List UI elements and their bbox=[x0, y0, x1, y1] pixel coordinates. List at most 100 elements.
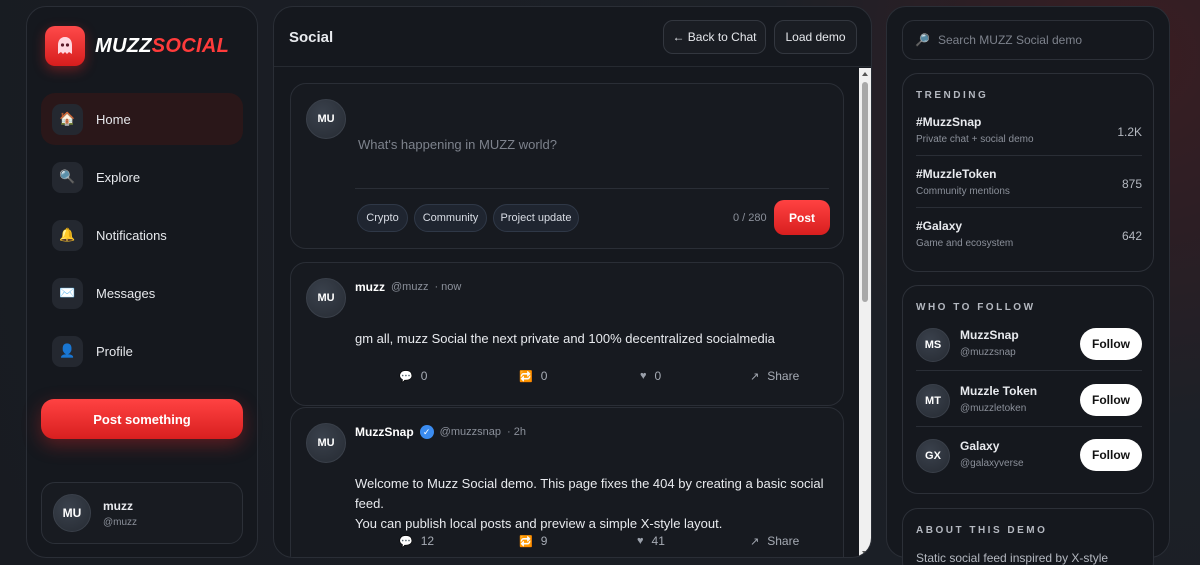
avatar: MU bbox=[306, 99, 346, 139]
divider bbox=[916, 426, 1142, 427]
ghost-logo-icon bbox=[45, 26, 85, 66]
main-header: Social ← Back to Chat Load demo bbox=[274, 7, 871, 67]
trend-count: 1.2K bbox=[1117, 125, 1142, 139]
current-user-card[interactable]: MU muzz @muzz bbox=[41, 482, 243, 544]
suggestion-name[interactable]: MuzzSnap bbox=[960, 328, 1019, 342]
share-button[interactable]: ↗ Share bbox=[750, 369, 799, 383]
like-button[interactable]: ♥ 0 bbox=[640, 369, 661, 383]
like-button[interactable]: ♥ 41 bbox=[637, 534, 665, 548]
scroll-down-arrow-icon[interactable] bbox=[862, 551, 868, 555]
character-counter: 0 / 280 bbox=[733, 212, 767, 224]
trend-tag: #MuzzSnap bbox=[916, 115, 982, 129]
divider bbox=[916, 155, 1142, 156]
nav-label: Home bbox=[96, 111, 131, 127]
comment-button[interactable]: 💬 0 bbox=[399, 369, 427, 383]
nav-item-messages[interactable]: ✉️ Messages bbox=[41, 267, 243, 319]
author-name[interactable]: MuzzSnap bbox=[355, 425, 414, 439]
suggestion-handle: @muzzsnap bbox=[960, 347, 1016, 358]
post-text-line: You can publish local posts and preview … bbox=[355, 516, 723, 531]
like-count: 41 bbox=[651, 534, 665, 548]
brand-name: MUZZSOCIAL bbox=[95, 35, 229, 58]
avatar: MT bbox=[916, 384, 950, 418]
post-text-line: Welcome to Muzz Social demo. This page f… bbox=[355, 476, 824, 511]
divider bbox=[916, 207, 1142, 208]
comment-button[interactable]: 💬 12 bbox=[399, 534, 434, 548]
search-icon: 🔎 bbox=[915, 33, 930, 47]
avatar: MU bbox=[306, 278, 346, 318]
scroll-thumb[interactable] bbox=[862, 82, 868, 302]
trend-count: 642 bbox=[1121, 229, 1142, 243]
follow-button[interactable]: Follow bbox=[1080, 439, 1142, 471]
nav-item-explore[interactable]: 🔍 Explore bbox=[41, 151, 243, 203]
nav-item-home[interactable]: 🏠 Home bbox=[41, 93, 243, 145]
feed-scrollbar[interactable] bbox=[859, 68, 871, 557]
comment-count: 12 bbox=[420, 534, 435, 548]
post-meta: muzz @muzz · now bbox=[355, 280, 461, 294]
repost-button[interactable]: 🔁 0 bbox=[519, 369, 547, 383]
avatar: MS bbox=[916, 328, 950, 362]
repost-icon: 🔁 bbox=[519, 370, 533, 383]
divider bbox=[916, 370, 1142, 371]
about-card: ABOUT THIS DEMO Static social feed inspi… bbox=[902, 508, 1154, 565]
envelope-icon: ✉️ bbox=[52, 277, 83, 309]
left-sidebar: MUZZSOCIAL 🏠 Home 🔍 Explore 🔔 Notificati… bbox=[26, 6, 258, 558]
search-box[interactable]: 🔎 bbox=[902, 20, 1154, 60]
trending-title: TRENDING bbox=[916, 90, 989, 101]
post-meta: MuzzSnap ✓ @muzzsnap · 2h bbox=[355, 425, 526, 439]
chip-community[interactable]: Community bbox=[414, 204, 487, 232]
share-button[interactable]: ↗ Share bbox=[750, 534, 799, 548]
trend-item[interactable]: #Galaxy Game and ecosystem 642 bbox=[916, 219, 1142, 271]
suggestion-name[interactable]: Muzzle Token bbox=[960, 384, 1037, 398]
nav-item-profile[interactable]: 👤 Profile bbox=[41, 325, 243, 377]
trend-tag: #MuzzleToken bbox=[916, 167, 997, 181]
main-nav: 🏠 Home 🔍 Explore 🔔 Notifications ✉️ Mess… bbox=[41, 93, 243, 383]
suggestion-handle: @galaxyverse bbox=[960, 458, 1024, 469]
brand-name-part2: SOCIAL bbox=[151, 34, 230, 57]
brand-name-part1: MUZZ bbox=[95, 34, 152, 57]
comment-count: 0 bbox=[420, 369, 428, 383]
nav-label: Messages bbox=[96, 285, 156, 301]
repost-button[interactable]: 🔁 9 bbox=[519, 534, 547, 548]
trend-subtitle: Private chat + social demo bbox=[916, 134, 1034, 145]
user-info: muzz @muzz bbox=[103, 499, 137, 528]
avatar: GX bbox=[916, 439, 950, 473]
nav-label: Notifications bbox=[96, 227, 167, 243]
verified-badge-icon: ✓ bbox=[419, 425, 434, 439]
scroll-up-arrow-icon[interactable] bbox=[862, 72, 868, 76]
follow-suggestion: MT Muzzle Token @muzzletoken Follow bbox=[916, 382, 1142, 428]
share-icon: ↗ bbox=[750, 535, 760, 548]
home-icon: 🏠 bbox=[52, 103, 83, 135]
nav-label: Explore bbox=[96, 169, 141, 185]
repost-icon: 🔁 bbox=[519, 535, 533, 548]
post-card: MU muzz @muzz · now gm all, muzz Social … bbox=[290, 262, 844, 406]
suggestion-handle: @muzzletoken bbox=[960, 403, 1027, 414]
trend-item[interactable]: #MuzzSnap Private chat + social demo 1.2… bbox=[916, 115, 1142, 167]
post-time: · 2h bbox=[506, 426, 526, 438]
main-feed-panel: Social ← Back to Chat Load demo MU Crypt… bbox=[273, 6, 872, 558]
repost-count: 0 bbox=[540, 369, 548, 383]
follow-button[interactable]: Follow bbox=[1080, 328, 1142, 360]
post-composer: MU Crypto Community Project update 0 / 2… bbox=[290, 83, 844, 249]
post-something-button[interactable]: Post something bbox=[41, 399, 243, 439]
chip-crypto[interactable]: Crypto bbox=[357, 204, 408, 232]
brand[interactable]: MUZZSOCIAL bbox=[45, 26, 229, 66]
share-label: Share bbox=[767, 534, 800, 548]
nav-item-notifications[interactable]: 🔔 Notifications bbox=[41, 209, 243, 261]
suggestion-name[interactable]: Galaxy bbox=[960, 439, 999, 453]
heart-icon: ♥ bbox=[637, 535, 644, 547]
user-name: muzz bbox=[103, 498, 133, 513]
trend-tag: #Galaxy bbox=[916, 219, 963, 233]
heart-icon: ♥ bbox=[640, 370, 647, 382]
author-name[interactable]: muzz bbox=[355, 280, 385, 294]
author-handle: @muzzsnap bbox=[439, 426, 501, 438]
follow-button[interactable]: Follow bbox=[1080, 384, 1142, 416]
post-button[interactable]: Post bbox=[774, 200, 830, 235]
composer-input[interactable] bbox=[358, 102, 828, 186]
back-to-chat-button[interactable]: ← Back to Chat bbox=[663, 20, 766, 54]
trend-item[interactable]: #MuzzleToken Community mentions 875 bbox=[916, 167, 1142, 219]
chip-project-update[interactable]: Project update bbox=[493, 204, 579, 232]
load-demo-button[interactable]: Load demo bbox=[774, 20, 857, 54]
user-icon: 👤 bbox=[52, 335, 83, 367]
share-label: Share bbox=[767, 369, 800, 383]
search-input[interactable] bbox=[937, 33, 1138, 47]
